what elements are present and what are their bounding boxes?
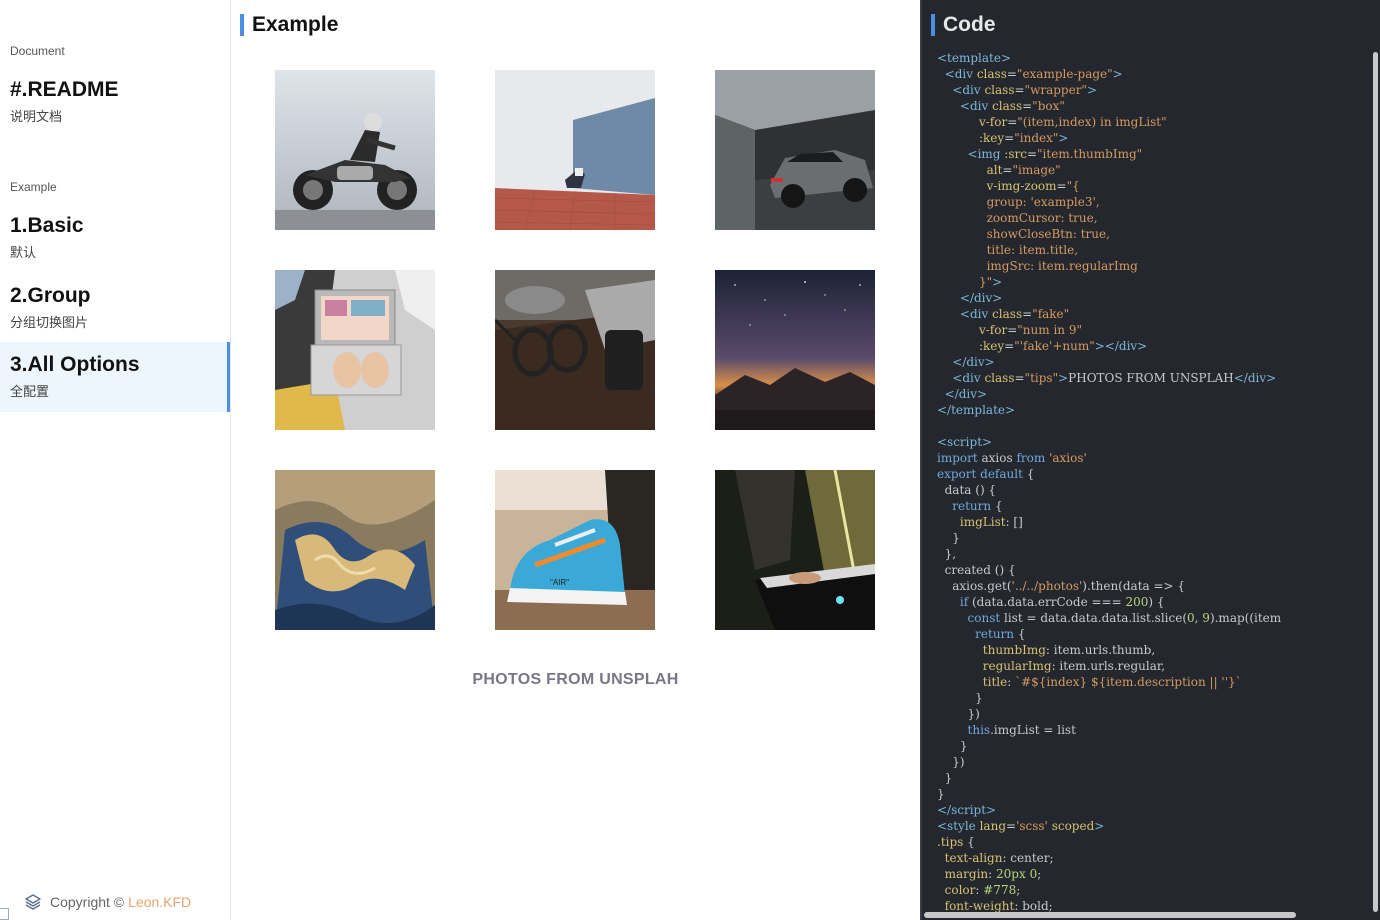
motorcycle-image [275,70,435,230]
author-link[interactable]: Leon.KFD [128,894,191,910]
photo-laptop[interactable] [275,270,435,430]
sidebar-item-basic[interactable]: 1.Basic 默认 [0,208,230,278]
code-panel: Code <template> <div class="example-page… [920,0,1380,920]
example-panel: Example "AIR" PHOTOS FROM UNSPLAH [231,0,920,920]
sidebar-item-all-options[interactable]: 3.All Options 全配置 [0,342,230,412]
photo-aerial-terrain[interactable] [275,470,435,630]
corner-mark [0,908,9,920]
piano-image [715,470,875,630]
photo-starry-sky[interactable] [715,270,875,430]
sidebar-item-title: 2.Group [10,284,91,307]
photo-person-leaning[interactable] [495,70,655,230]
suv-image [715,70,875,230]
sidebar-item-title: 1.Basic [10,214,84,237]
sidebar-item-group[interactable]: 2.Group 分组切换图片 [0,278,230,348]
layers-icon [25,894,41,910]
sidebar-item-subtitle: 默认 [10,245,37,260]
sidebar-item-readme[interactable]: #.README 说明文档 [0,72,230,142]
code-block[interactable]: <template> <div class="example-page"> <d… [937,50,1377,914]
photo-glasses[interactable] [495,270,655,430]
glasses-image [495,270,655,430]
code-vertical-scrollbar[interactable] [1373,52,1378,912]
tips-text: PHOTOS FROM UNSPLAH [472,671,679,688]
person-wall-image [495,70,655,230]
sneaker-image: "AIR" [495,470,655,630]
laptop-image [275,270,435,430]
photo-sneaker[interactable]: "AIR" [495,470,655,630]
sidebar-item-subtitle: 全配置 [10,384,50,399]
sidebar-group-document: Document [10,44,65,58]
svg-text:"AIR": "AIR" [550,578,569,587]
sidebar-item-subtitle: 分组切换图片 [10,315,89,330]
photo-motorcycle[interactable] [275,70,435,230]
copyright: Copyright © Leon.KFD [24,893,191,911]
code-horizontal-scrollbar[interactable] [924,912,1296,918]
example-title: Example [240,14,338,36]
copyright-text: Copyright © [50,894,125,910]
aerial-terrain-image [275,470,435,630]
sidebar: Document #.README 说明文档 Example 1.Basic 默… [0,0,231,920]
sidebar-item-title: 3.All Options [10,353,140,376]
code-title: Code [931,14,996,36]
photo-suv[interactable] [715,70,875,230]
starry-sky-image [715,270,875,430]
sidebar-item-title: #.README [10,78,119,101]
sidebar-group-example: Example [10,180,57,194]
photo-piano[interactable] [715,470,875,630]
sidebar-item-subtitle: 说明文档 [10,109,63,124]
